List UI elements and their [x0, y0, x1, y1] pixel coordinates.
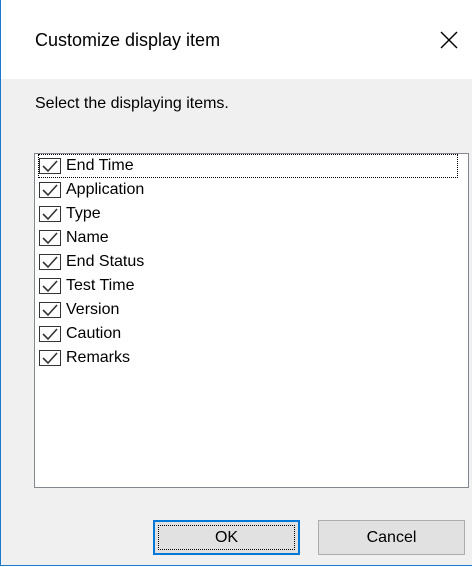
list-item[interactable]: Test Time — [38, 274, 468, 298]
list-item-label: End Status — [66, 253, 145, 270]
list-item[interactable]: End Time — [38, 154, 458, 178]
list-item[interactable]: Name — [38, 226, 468, 250]
list-item[interactable]: Version — [38, 298, 468, 322]
checkbox-checked-icon[interactable] — [38, 181, 62, 199]
close-icon — [440, 31, 458, 49]
cancel-button-label: Cancel — [366, 529, 417, 546]
checkbox-checked-icon[interactable] — [38, 349, 62, 367]
list-item[interactable]: End Status — [38, 250, 468, 274]
cancel-button[interactable]: Cancel — [318, 520, 465, 555]
list-item-label: Caution — [66, 325, 122, 342]
list-item[interactable]: Caution — [38, 322, 468, 346]
list-item-label: Remarks — [66, 349, 131, 366]
checkbox-checked-icon[interactable] — [38, 301, 62, 319]
list-item-label: End Time — [66, 157, 134, 174]
instruction-text: Select the displaying items. — [35, 95, 229, 112]
list-item[interactable]: Type — [38, 202, 468, 226]
dialog-title: Customize display item — [35, 30, 221, 50]
checkbox-checked-icon[interactable] — [38, 325, 62, 343]
checkbox-checked-icon[interactable] — [38, 157, 62, 175]
close-button[interactable] — [427, 18, 471, 62]
list-item-label: Application — [66, 181, 145, 198]
checkbox-checked-icon[interactable] — [38, 229, 62, 247]
display-items-list[interactable]: End Time Application Type Name End Statu… — [34, 153, 469, 488]
checkbox-checked-icon[interactable] — [38, 253, 62, 271]
list-item-label: Name — [66, 229, 109, 246]
title-bar: Customize display item — [1, 0, 473, 79]
list-item-label: Version — [66, 301, 120, 318]
list-item[interactable]: Application — [38, 178, 468, 202]
list-item-label: Type — [66, 205, 101, 222]
list-item-label: Test Time — [66, 277, 135, 294]
list-item[interactable]: Remarks — [38, 346, 468, 370]
checkbox-checked-icon[interactable] — [38, 205, 62, 223]
customize-dialog: Customize display item Select the displa… — [0, 0, 473, 566]
focus-ring — [158, 525, 295, 550]
ok-button[interactable]: OK — [153, 520, 300, 555]
checkbox-checked-icon[interactable] — [38, 277, 62, 295]
